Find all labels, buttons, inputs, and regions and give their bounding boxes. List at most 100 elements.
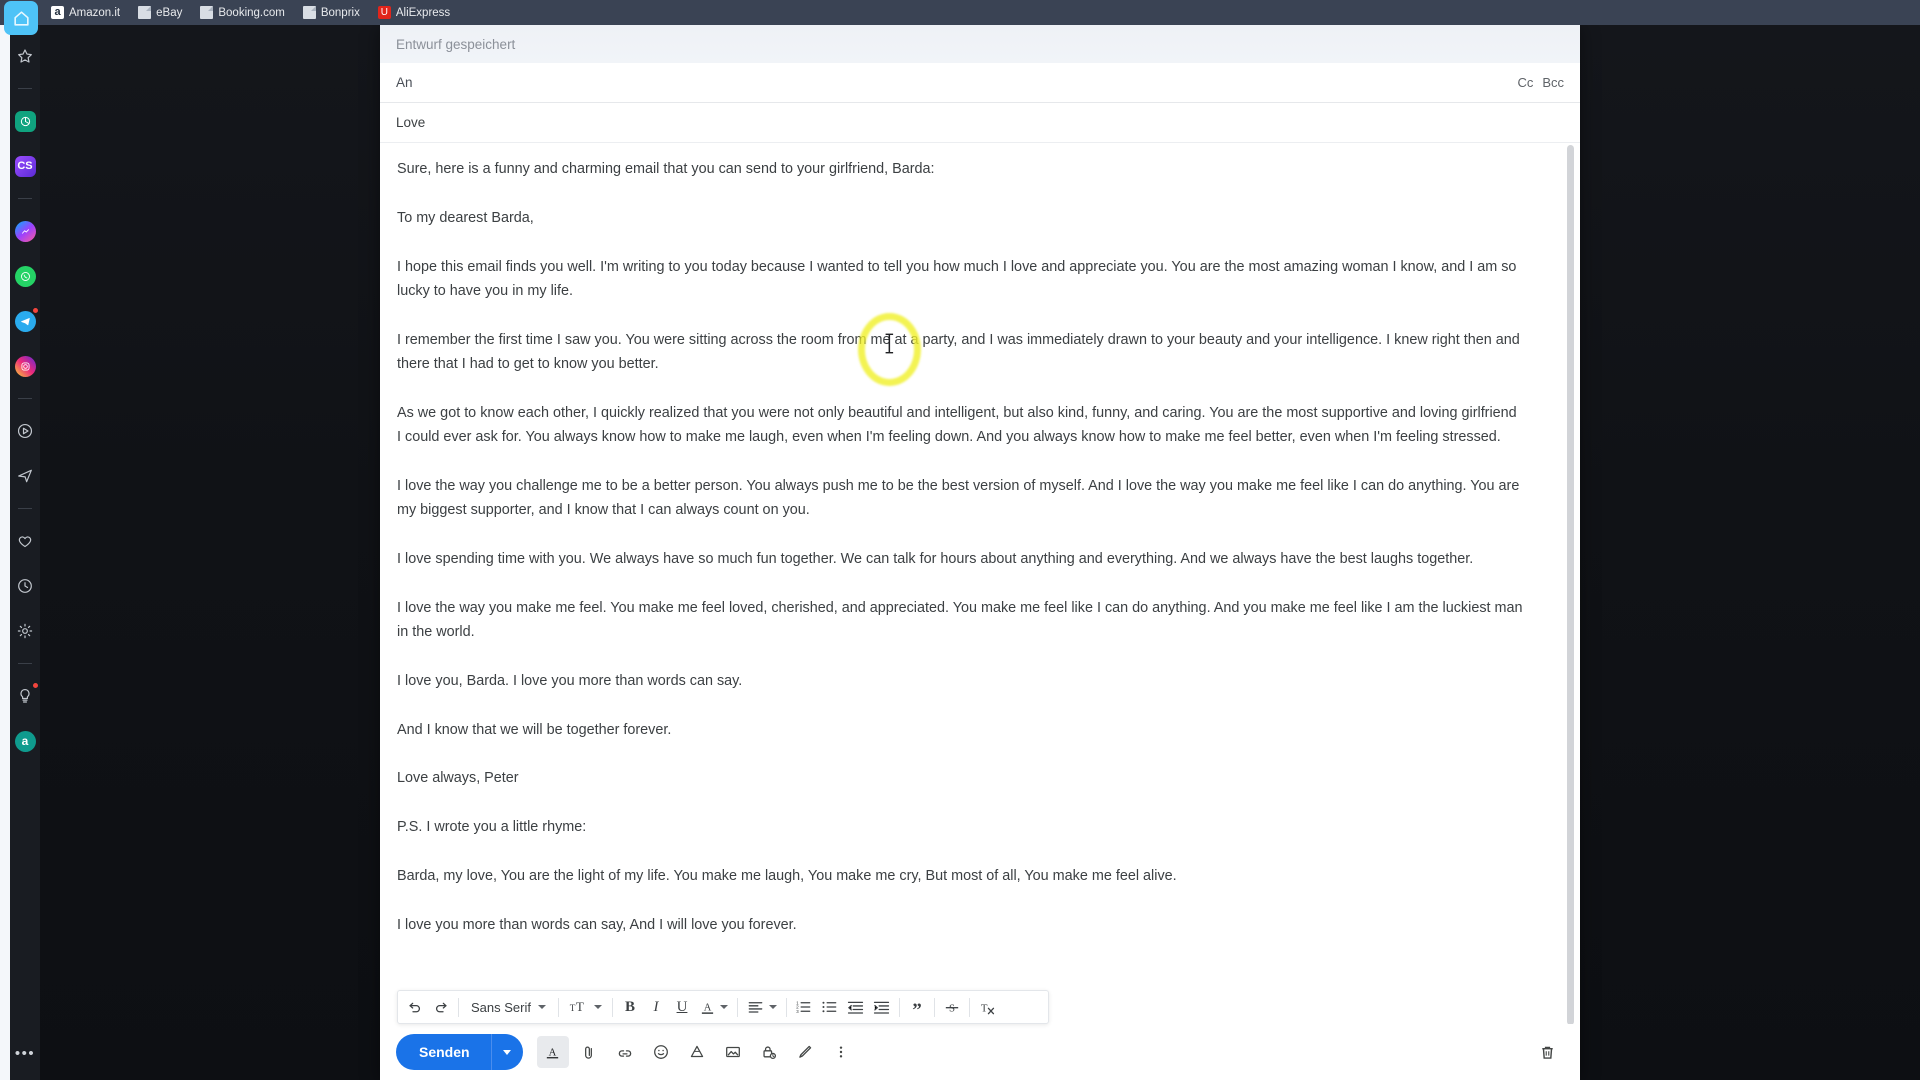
svg-text:A: A — [704, 1002, 712, 1013]
bookmark-item[interactable]: eBay — [129, 0, 191, 25]
indent-less-button[interactable] — [843, 993, 869, 1021]
pen-icon — [798, 1045, 811, 1058]
redo-button[interactable] — [428, 993, 454, 1021]
insert-from-drive-button[interactable] — [681, 1036, 713, 1068]
bookmark-item[interactable]: Booking.com — [191, 0, 293, 25]
undo-button[interactable] — [402, 993, 428, 1021]
heart-icon — [16, 532, 34, 550]
sidebar-item-amazon-assistant[interactable]: a — [12, 728, 38, 754]
text-size-select[interactable]: T T — [563, 993, 608, 1021]
more-options-button[interactable] — [825, 1036, 857, 1068]
insert-link-button[interactable] — [609, 1036, 641, 1068]
bookmark-item[interactable]: Bonprix — [294, 0, 369, 25]
recipient-row[interactable]: An Cc Bcc — [380, 63, 1580, 103]
draft-status-bar: Entwurf gespeichert — [380, 25, 1580, 63]
body-paragraph: I hope this email finds you well. I'm wr… — [397, 258, 1517, 299]
numbered-list-button[interactable]: 1 2 3 — [791, 993, 817, 1021]
lightbulb-icon — [16, 687, 34, 705]
body-paragraph: I love spending time with you. We always… — [397, 550, 1474, 567]
body-paragraph: I love the way you make me feel. You mak… — [397, 599, 1523, 641]
discard-draft-button[interactable] — [1530, 1035, 1564, 1069]
confidential-mode-button[interactable] — [753, 1036, 785, 1068]
bookmark-label: Booking.com — [218, 6, 285, 19]
send-button-group[interactable]: Senden — [396, 1034, 523, 1070]
insert-photo-button[interactable] — [717, 1036, 749, 1068]
font-family-select[interactable]: Sans Serif — [463, 993, 554, 1021]
sidebar-item-likes[interactable] — [12, 528, 38, 554]
message-body-region: Sure, here is a funny and charming email… — [380, 143, 1580, 1024]
text-color-icon: A — [701, 1002, 714, 1014]
paperclip-icon — [585, 1046, 593, 1059]
bookmark-item[interactable]: a Amazon.it — [42, 0, 129, 25]
sidebar-separator-5 — [18, 663, 32, 664]
text-format-icon: A — [546, 1047, 559, 1058]
sidebar-item-send[interactable] — [12, 463, 38, 489]
sidebar-item-whatsapp[interactable] — [12, 263, 38, 289]
align-select[interactable] — [742, 993, 782, 1021]
bulleted-list-button[interactable] — [817, 993, 843, 1021]
subject-row[interactable]: Love — [380, 103, 1580, 143]
bookmark-label: Bonprix — [320, 6, 360, 19]
cc-bcc-group: Cc Bcc — [1517, 75, 1564, 90]
body-scrollbar-thumb[interactable] — [1567, 145, 1574, 1024]
sidebar-item-chatgpt[interactable] — [12, 108, 38, 134]
undo-icon — [409, 1002, 420, 1013]
document-favicon — [200, 6, 214, 19]
text-color-select[interactable]: A — [695, 993, 733, 1021]
bold-button[interactable]: B — [617, 993, 643, 1021]
subject-input[interactable]: Love — [396, 115, 425, 130]
insert-emoji-button[interactable] — [645, 1036, 677, 1068]
toolbar-divider — [458, 997, 459, 1017]
attach-file-button[interactable] — [573, 1036, 605, 1068]
home-icon[interactable] — [4, 1, 38, 35]
play-circle-icon — [16, 422, 34, 440]
sidebar-item-messenger[interactable] — [12, 218, 38, 244]
indent-more-button[interactable] — [869, 993, 895, 1021]
strikethrough-button[interactable]: S — [939, 993, 965, 1021]
strikethrough-icon: S — [945, 1002, 959, 1014]
toolbar-divider — [736, 997, 738, 1017]
toolbar-divider — [611, 997, 613, 1017]
svg-text:T: T — [570, 1003, 576, 1013]
insert-signature-button[interactable] — [789, 1036, 821, 1068]
sidebar-more-button[interactable]: ••• — [10, 1045, 40, 1062]
underline-button[interactable]: U — [669, 993, 695, 1021]
body-paragraph: As we got to know each other, I quickly … — [397, 404, 1517, 446]
notification-badge — [32, 682, 39, 689]
trash-icon — [1541, 1046, 1553, 1059]
lock-clock-icon — [762, 1046, 776, 1060]
compose-action-bar: Senden A — [380, 1024, 1580, 1080]
italic-button[interactable]: I — [643, 993, 669, 1021]
sidebar-item-telegram[interactable] — [12, 307, 39, 334]
toolbar-divider — [898, 997, 900, 1017]
body-paragraph: And I know that we will be together fore… — [397, 721, 672, 738]
sidebar-item-tips[interactable] — [12, 682, 39, 709]
send-options-arrow-icon[interactable] — [490, 1034, 523, 1070]
sidebar-separator-2 — [18, 198, 32, 199]
to-field-label: An — [396, 75, 413, 90]
sidebar-item-history[interactable] — [12, 573, 38, 599]
bookmark-label: Amazon.it — [69, 6, 121, 19]
remove-formatting-button[interactable]: T — [974, 993, 1000, 1021]
indent-more-icon — [874, 1001, 890, 1014]
sidebar-item-cs[interactable]: CS — [12, 153, 38, 179]
message-body-input[interactable]: Sure, here is a funny and charming email… — [380, 143, 1580, 1024]
remove-formatting-icon: T — [981, 1002, 995, 1014]
telegram-icon — [14, 310, 36, 332]
bcc-button[interactable]: Bcc — [1542, 75, 1564, 90]
quote-button[interactable]: ” — [904, 993, 930, 1021]
cc-button[interactable]: Cc — [1517, 75, 1533, 90]
send-button[interactable]: Senden — [396, 1034, 491, 1070]
sidebar-item-settings[interactable] — [12, 618, 38, 644]
sidebar-item-instagram[interactable] — [12, 353, 38, 379]
sidebar-item-play[interactable] — [12, 418, 38, 444]
body-paragraph: To my dearest Barda, — [397, 209, 534, 226]
bookmark-item[interactable]: U AliExpress — [369, 0, 459, 25]
formatting-options-button[interactable]: A — [536, 1036, 569, 1068]
chevron-down-icon — [593, 1005, 602, 1009]
paper-plane-icon — [16, 467, 34, 485]
messenger-icon — [14, 220, 36, 242]
sidebar-item-favorites[interactable] — [12, 43, 38, 69]
align-icon — [748, 1002, 763, 1013]
star-icon — [16, 47, 34, 65]
